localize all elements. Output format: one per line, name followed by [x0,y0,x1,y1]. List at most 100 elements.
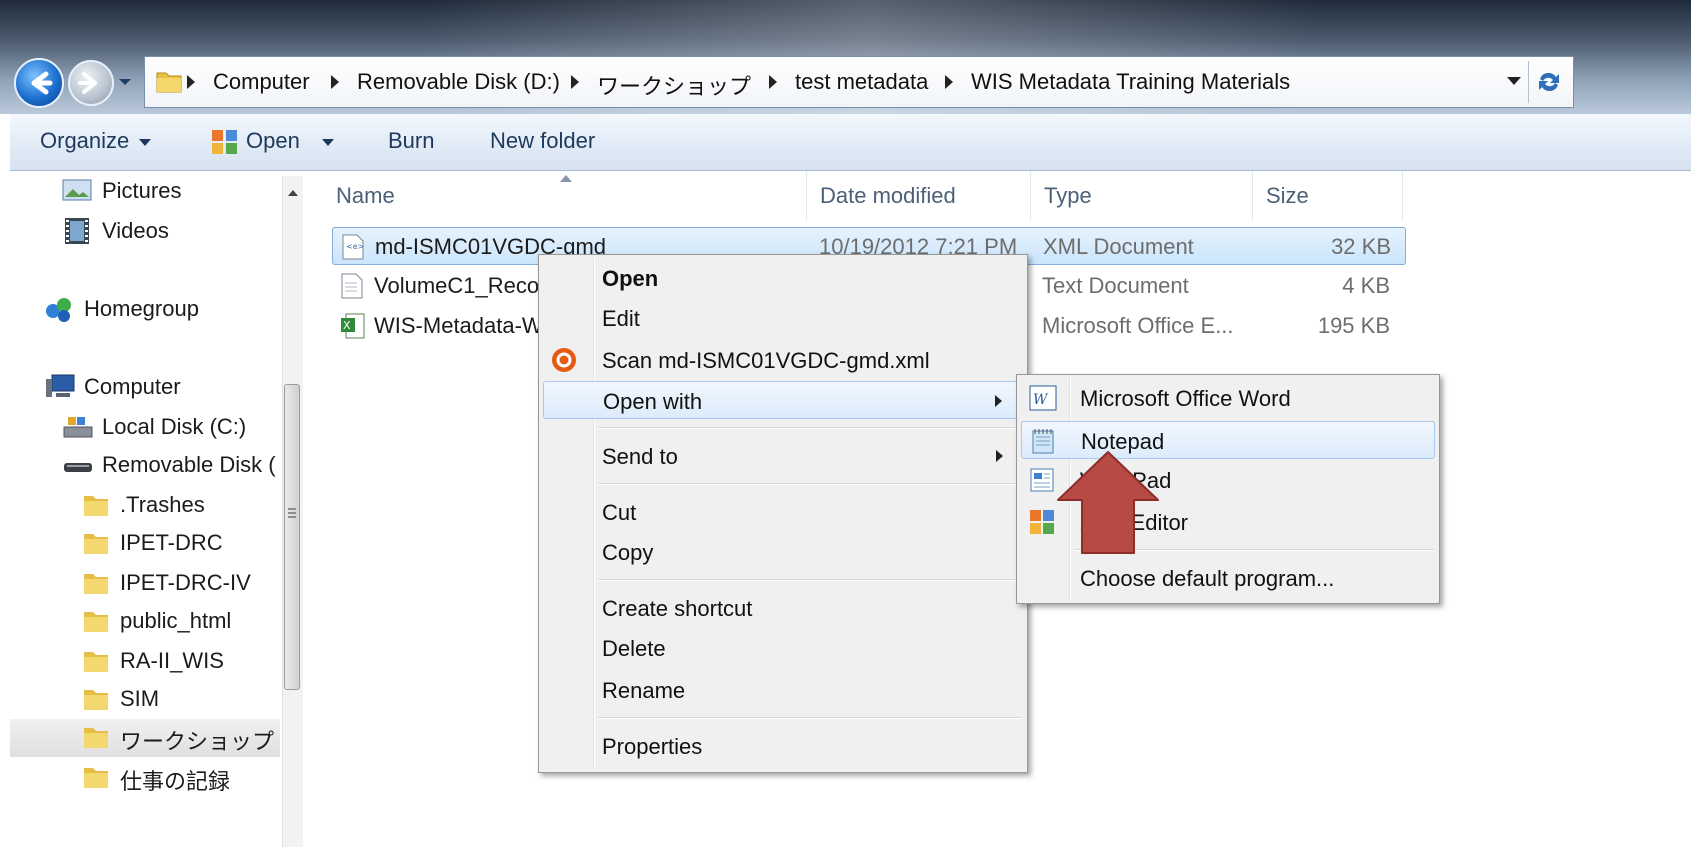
refresh-icon[interactable] [1535,69,1563,95]
menu-item-properties[interactable]: Properties [543,727,1023,765]
menu-item-label: Scan md-ISMC01VGDC-gmd.xml [602,348,930,373]
nav-item-label: Pictures [102,178,182,203]
nav-item-label: .Trashes [120,492,205,517]
breadcrumb-test-metadata[interactable]: test metadata [795,69,928,95]
nav-scrollbar-thumb[interactable] [284,384,300,690]
pictures-icon [62,179,92,201]
back-button[interactable] [14,58,64,108]
xml-editor-app-icon [1030,510,1054,534]
menu-item-open[interactable]: Open [543,259,1023,297]
forward-button[interactable] [68,60,114,106]
nav-item-label: Local Disk (C:) [102,414,247,439]
submenu-item-label: Choose default program... [1080,566,1335,591]
annotation-arrow-up-icon [1057,451,1159,554]
chevron-down-icon [321,138,334,146]
nav-item-label: IPET-DRC-IV [120,570,251,595]
nav-item-label: Videos [102,218,169,243]
menu-item-scan[interactable]: Scan md-ISMC01VGDC-gmd.xml [543,341,1023,379]
menu-item-label: Rename [602,678,686,703]
breadcrumb-computer[interactable]: Computer [213,69,310,95]
column-header-size[interactable]: Size [1266,183,1309,209]
file-type: Text Document [1042,273,1189,298]
breadcrumb-separator-icon[interactable] [769,75,777,89]
open-button[interactable]: Open [246,128,334,154]
organize-label: Organize [40,128,130,153]
menu-item-label: Edit [602,306,640,331]
removable-disk-icon [64,463,92,472]
menu-item-label: Delete [602,636,666,661]
menu-item-label: Open [602,266,659,291]
breadcrumb-separator-icon[interactable] [331,75,339,89]
nav-item-label: RA-II_WIS [120,648,224,673]
file-size: 32 KB [1331,234,1391,259]
burn-button[interactable]: Burn [388,128,434,154]
folder-icon [84,612,108,632]
navigation-pane: Pictures Videos Homegroup Computer Local… [10,171,310,847]
folder-icon [84,768,108,788]
address-history-chevron-down-icon[interactable] [1507,77,1521,85]
forward-arrow-icon [78,72,97,94]
menu-item-create-shortcut[interactable]: Create shortcut [543,589,1023,627]
scroll-up-icon[interactable] [288,190,298,196]
breadcrumb-removable-disk[interactable]: Removable Disk (D:) [357,69,560,95]
menu-separator [598,427,1022,429]
menu-item-edit[interactable]: Edit [543,299,1023,337]
nav-item-label: public_html [120,608,232,633]
svg-text:W: W [1033,392,1049,408]
address-divider [1528,61,1529,103]
menu-item-label: Properties [602,734,703,759]
column-header-date[interactable]: Date modified [820,183,956,209]
nav-item-label: Homegroup [84,296,199,321]
menu-item-cut[interactable]: Cut [543,493,1023,531]
menu-item-open-with[interactable]: Open with [543,381,1023,419]
command-bar: Organize Open Burn New folder [10,114,1691,171]
submenu-item-word[interactable]: W Microsoft Office Word [1021,379,1435,417]
menu-item-delete[interactable]: Delete [543,629,1023,667]
breadcrumb-separator-icon[interactable] [571,75,579,89]
homegroup-icon [46,298,71,322]
breadcrumb-separator-icon[interactable] [187,75,195,89]
file-type: XML Document [1043,234,1194,259]
window-frame: Computer Removable Disk (D:) ワークショップ tes… [0,0,1691,114]
word-app-icon: W [1029,385,1057,411]
submenu-item-choose-default[interactable]: Choose default program... [1021,559,1435,597]
column-header-type[interactable]: Type [1044,183,1092,209]
sort-ascending-icon [560,175,572,182]
column-divider [806,171,807,221]
file-size: 4 KB [1342,273,1390,298]
menu-separator [598,717,1022,719]
menu-item-send-to[interactable]: Send to [543,437,1023,475]
breadcrumb-separator-icon[interactable] [945,75,953,89]
file-type: Microsoft Office E... [1042,313,1234,338]
nav-item-label: IPET-DRC [120,530,223,555]
videos-icon [65,218,89,244]
breadcrumb-current-folder[interactable]: WIS Metadata Training Materials [971,69,1290,95]
column-divider [1252,171,1253,221]
menu-item-rename[interactable]: Rename [543,671,1023,709]
column-header-name[interactable]: Name [336,183,395,209]
menu-item-label: Copy [602,540,654,565]
svg-text:<e>: <e> [346,242,364,251]
menu-item-copy[interactable]: Copy [543,533,1023,571]
nav-item-label: Computer [84,374,181,399]
file-size: 195 KB [1317,313,1390,338]
context-menu: Open Edit Scan md-ISMC01VGDC-gmd.xml Ope… [538,254,1028,773]
menu-separator [598,579,1022,581]
file-name: VolumeC1_Reco [374,273,540,298]
breadcrumb-workshop[interactable]: ワークショップ [597,69,751,101]
recent-pages-chevron-down-icon[interactable] [118,72,132,92]
new-folder-button[interactable]: New folder [490,128,595,154]
organize-button[interactable]: Organize [40,128,152,154]
open-program-icon [212,130,237,154]
submenu-arrow-icon [996,450,1003,462]
scrollbar-grip-icon [288,508,296,520]
chevron-down-icon [139,138,152,146]
address-bar[interactable]: Computer Removable Disk (D:) ワークショップ tes… [144,56,1574,108]
wordpad-app-icon [1030,468,1054,492]
folder-icon [84,690,108,710]
nav-item-workshop[interactable]: ワークショップ [10,719,280,757]
xml-file-icon: <e> [342,234,364,260]
folder-icon [156,72,182,93]
column-divider [1030,171,1031,221]
column-divider [1402,171,1403,221]
